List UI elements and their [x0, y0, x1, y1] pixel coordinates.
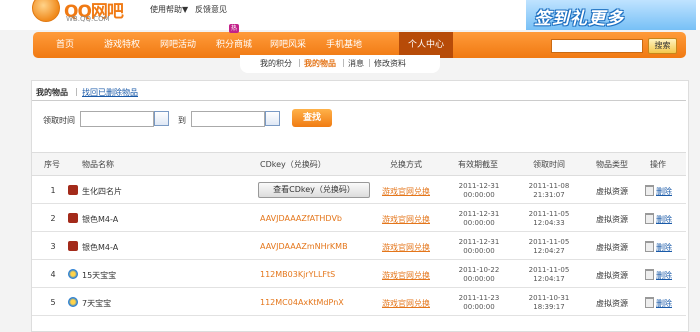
calendar-icon[interactable] [154, 111, 169, 126]
item-type: 虚拟资源 [596, 299, 628, 308]
table-header [32, 152, 686, 176]
expire-date: 2011-10-22 00:00:00 [458, 266, 500, 283]
subnav-my-points[interactable]: 我的积分 [260, 58, 292, 69]
receive-time: 2011-11-05 12:04:27 [528, 238, 570, 255]
item-type: 虚拟资源 [596, 271, 628, 280]
to-label: 到 [178, 116, 186, 125]
cdkey-value: AAVJDAAAZmNHrKMB [260, 242, 348, 251]
search-button[interactable]: 搜索 [648, 38, 677, 54]
nav-item-home[interactable]: 首页 [41, 32, 89, 58]
receive-time: 2011-11-05 12:04:17 [528, 266, 570, 283]
tab-my-items[interactable]: 我的物品 [36, 87, 68, 98]
game-icon [68, 213, 78, 223]
row-divider [32, 231, 686, 232]
expire-date: 2011-12-31 00:00:00 [458, 210, 500, 227]
row-number: 1 [50, 186, 56, 195]
col-header-no: 序号 [44, 160, 60, 169]
item-name: 7天宝宝 [82, 299, 112, 308]
hot-badge: 热 [229, 24, 239, 33]
col-header-exchange: 兑换方式 [390, 160, 422, 169]
calendar-icon[interactable] [265, 111, 280, 126]
receive-time-label: 领取时间 [43, 116, 75, 125]
receive-time: 2011-11-05 12:04:33 [528, 210, 570, 227]
row-number: 5 [50, 298, 56, 307]
cdkey-value: AAVJDAAAZfATHDVb [260, 214, 342, 223]
view-cdkey-button[interactable]: 查看CDkey（兑换码） [258, 182, 370, 198]
item-name: 生化四名片 [82, 187, 122, 196]
cdkey-value: 112MC04AxKtMdPnX [260, 298, 344, 307]
trash-icon[interactable] [645, 213, 654, 224]
feedback-link[interactable]: 反馈意见 [195, 4, 227, 15]
delete-link[interactable]: 删除 [656, 270, 672, 281]
row-divider [32, 259, 686, 260]
col-header-expire: 有效期截至 [458, 160, 498, 169]
item-name: 15天宝宝 [82, 271, 117, 280]
trash-icon[interactable] [645, 185, 654, 196]
row-divider [32, 203, 686, 204]
game-icon [68, 241, 78, 251]
find-button[interactable]: 查找 [292, 109, 332, 127]
exchange-link[interactable]: 游戏官网兑换 [382, 298, 430, 309]
col-header-receive-time: 领取时间 [533, 160, 565, 169]
item-type: 虚拟资源 [596, 187, 628, 196]
nav-item-cafe-activity[interactable]: 网吧活动 [151, 32, 205, 58]
help-dropdown[interactable]: 使用帮助▼ [150, 4, 188, 15]
row-number: 3 [50, 242, 56, 251]
row-divider [32, 287, 686, 288]
game-icon [68, 185, 78, 195]
subnav-my-items[interactable]: 我的物品 [304, 58, 336, 69]
expire-date: 2011-11-23 00:00:00 [458, 294, 500, 311]
delete-link[interactable]: 删除 [656, 298, 672, 309]
col-header-name: 物品名称 [82, 160, 114, 169]
item-name: 银色M4-A [82, 243, 119, 252]
logo-subtext: WB.QQ.COM [66, 15, 110, 23]
date-from-input[interactable] [80, 111, 154, 127]
delete-link[interactable]: 删除 [656, 214, 672, 225]
subnav-separator: | [342, 58, 345, 67]
subnav-separator: | [298, 58, 301, 67]
receive-time: 2011-10-31 18:39:17 [528, 294, 570, 311]
row-divider [32, 315, 686, 316]
exchange-link[interactable]: 游戏官网兑换 [382, 214, 430, 225]
banner-text: 签到礼更多 [534, 9, 624, 29]
checkin-banner[interactable]: 签到礼更多 [526, 0, 696, 30]
row-number: 4 [50, 270, 56, 279]
trash-icon[interactable] [645, 241, 654, 252]
subnav-messages[interactable]: 消息 [348, 58, 364, 69]
tab-separator: | [75, 87, 78, 96]
qq-pet-icon [68, 297, 78, 307]
exchange-link[interactable]: 游戏官网兑换 [382, 186, 430, 197]
delete-link[interactable]: 删除 [656, 242, 672, 253]
trash-icon[interactable] [645, 269, 654, 280]
exchange-link[interactable]: 游戏官网兑换 [382, 270, 430, 281]
tab-recover-deleted[interactable]: 找回已删除物品 [82, 87, 138, 98]
subnav-separator: | [368, 58, 371, 67]
nav-item-game-privilege[interactable]: 游戏特权 [95, 32, 149, 58]
receive-time: 2011-11-08 21:31:07 [528, 182, 570, 199]
expire-date: 2011-12-31 00:00:00 [458, 238, 500, 255]
col-header-type: 物品类型 [596, 160, 628, 169]
item-type: 虚拟资源 [596, 243, 628, 252]
col-header-action: 操作 [650, 160, 666, 169]
date-to-input[interactable] [191, 111, 265, 127]
delete-link[interactable]: 删除 [656, 186, 672, 197]
col-header-cdkey: CDkey（兑换码） [260, 160, 326, 169]
subnav-edit-profile[interactable]: 修改资料 [374, 58, 406, 69]
exchange-link[interactable]: 游戏官网兑换 [382, 242, 430, 253]
search-input[interactable] [551, 39, 643, 53]
item-type: 虚拟资源 [596, 215, 628, 224]
row-number: 2 [50, 214, 56, 223]
trash-icon[interactable] [645, 297, 654, 308]
cdkey-value: 112MB03KjrYLLFtS [260, 270, 336, 279]
item-name: 银色M4-A [82, 215, 119, 224]
expire-date: 2011-12-31 00:00:00 [458, 182, 500, 199]
qq-pet-icon [68, 269, 78, 279]
